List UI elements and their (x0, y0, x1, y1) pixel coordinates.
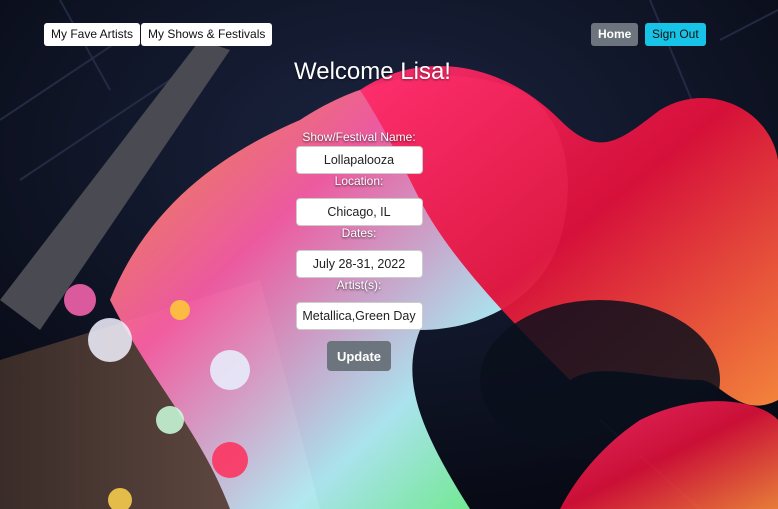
location-label: Location: (334, 174, 384, 188)
dates-label: Dates: (341, 226, 377, 240)
sign-out-button[interactable]: Sign Out (645, 23, 706, 46)
artists-input[interactable] (295, 302, 423, 330)
location-input[interactable] (295, 198, 423, 226)
artists-label: Artist(s): (336, 278, 382, 292)
update-button[interactable]: Update (326, 341, 392, 371)
show-name-input[interactable] (295, 146, 423, 174)
welcome-heading: Welcome Lisa! (294, 58, 451, 85)
my-fave-artists-button[interactable]: My Fave Artists (44, 23, 141, 46)
my-shows-festivals-button[interactable]: My Shows & Festivals (141, 23, 273, 46)
home-button[interactable]: Home (591, 23, 639, 46)
edit-show-form: Show/Festival Name: Location: Dates: Art… (255, 130, 463, 371)
show-name-label: Show/Festival Name: (302, 130, 416, 144)
dates-input[interactable] (295, 250, 423, 278)
